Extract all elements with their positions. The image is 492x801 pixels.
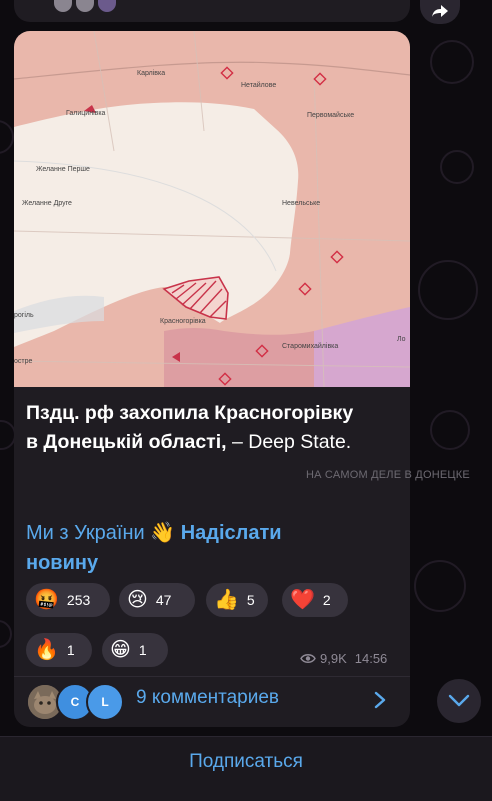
frontline-map[interactable]: Карлівка Нетайлове Первомайське Галицині… (14, 31, 410, 387)
thumbs-up-icon: 👍 (214, 589, 239, 611)
previous-message-reactions (54, 0, 116, 12)
reaction-count: 47 (155, 592, 172, 608)
commenter-avatar-3: L (86, 683, 124, 721)
map-occupied-old-area (164, 328, 314, 387)
watermark-text: НА САМОМ ДЕЛЕ В ДОНЕЦКЕ (306, 469, 470, 481)
map-label-zhelanne-pershe: Желанне Перше (36, 166, 90, 173)
subscribe-button[interactable]: Подписаться (189, 751, 303, 773)
angry-face-icon: 🤬 (34, 589, 59, 611)
map-label-netaylove: Нетайлове (241, 81, 276, 89)
post-meta: 9,9K 14:56 (300, 651, 387, 666)
reaction-chip-crying[interactable]: 😢 47 (119, 583, 195, 617)
reaction-chip-fire[interactable]: 🔥 1 (26, 633, 92, 667)
waving-hand-emoji: 👋 (150, 522, 176, 544)
reaction-chip-thumbs-up[interactable]: 👍 5 (206, 583, 268, 617)
eye-icon (300, 654, 316, 663)
post-time: 14:56 (354, 651, 388, 666)
reaction-count: 2 (322, 592, 331, 608)
post-headline-source: – Deep State. (226, 431, 352, 453)
forward-icon (432, 5, 448, 17)
reaction-chip-grin[interactable]: 😁 1 (102, 633, 168, 667)
map-label-partial-bottom: остре (14, 358, 32, 365)
grinning-face-icon: 😁 (110, 639, 131, 661)
post-links: Ми з України 👋 Надіслати новину (26, 518, 356, 578)
crying-face-icon: 😢 (127, 589, 148, 611)
map-label-zhelanne-druhe: Желанне Друге (22, 200, 72, 207)
channel-post: Карлівка Нетайлове Первомайське Галицині… (14, 31, 410, 727)
reaction-count: 253 (66, 592, 91, 608)
map-label-karlivka: Карлівка (137, 69, 165, 77)
scroll-down-button[interactable] (437, 679, 481, 723)
subscribe-bar[interactable]: Подписаться (0, 736, 492, 801)
link-my-z-ukrainy[interactable]: Ми з України (26, 522, 145, 544)
avatar-initial: L (101, 695, 109, 709)
reaction-chip-angry[interactable]: 🤬 253 (26, 583, 110, 617)
previous-message-bubble[interactable] (14, 0, 410, 22)
views-count: 9,9K (320, 651, 347, 666)
avatar-initial: C (70, 695, 80, 709)
map-label-partial-right: Ло (397, 336, 406, 343)
reaction-count: 5 (246, 592, 255, 608)
map-label-krasnohorivka: Красногорівка (160, 317, 206, 325)
reaction-count: 1 (66, 642, 75, 658)
post-headline: Пздц. рф захопила Красногорівку в Донець… (26, 399, 366, 457)
map-label-staromykhailivka: Старомихайлівка (282, 342, 338, 350)
reaction-count: 1 (138, 642, 147, 658)
chevron-right-icon (374, 691, 386, 709)
fire-icon: 🔥 (34, 639, 59, 661)
comments-bar[interactable]: C L 9 комментариев (14, 677, 410, 727)
comments-count-label[interactable]: 9 комментариев (136, 687, 279, 709)
reaction-chip-heart[interactable]: ❤️ 2 (282, 583, 348, 617)
chevron-down-icon (448, 694, 470, 707)
map-label-partial-left: рогіль (14, 311, 34, 319)
map-label-halytsynivka: Галицинівка (66, 109, 106, 117)
map-label-nevelske: Невельське (282, 200, 320, 207)
heart-icon: ❤️ (290, 589, 315, 611)
map-label-pervomaiske: Первомайське (307, 111, 354, 119)
